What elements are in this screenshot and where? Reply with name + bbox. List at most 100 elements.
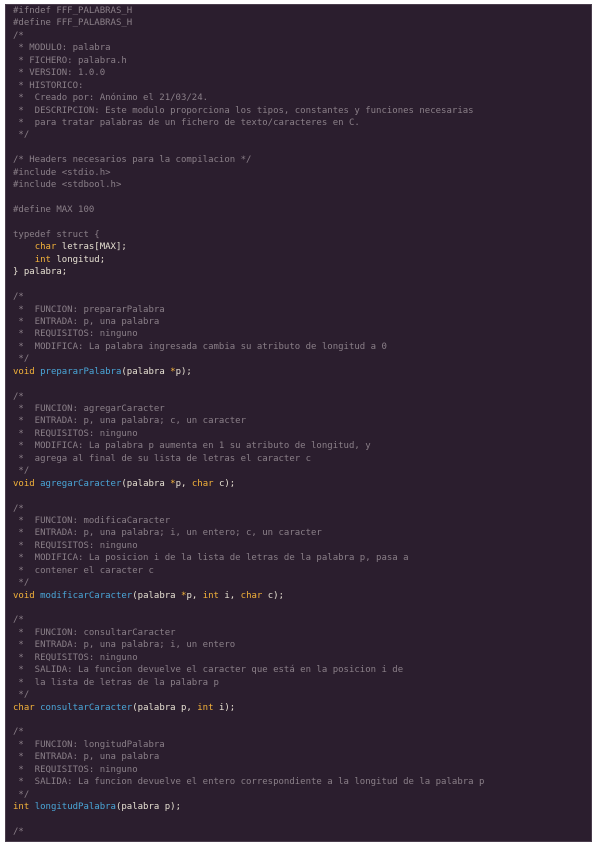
preprocessor-token: #define MAX 100 [13, 205, 95, 215]
code-token: (palabra [121, 478, 171, 489]
function-name-token: longitudPalabra [34, 802, 116, 812]
preprocessor-token: typedef struct { [13, 229, 100, 240]
code-line: */ [13, 465, 589, 477]
code-line: #define MAX 100 [13, 204, 589, 216]
code-line: */ [13, 789, 589, 801]
code-content[interactable]: #ifndef FFF_PALABRAS_H #define FFF_PALABR… [13, 5, 589, 838]
comment-token: */ [13, 578, 30, 589]
comment-token: * FUNCION: modificaCaracter [13, 515, 171, 526]
code-line: #ifndef FFF_PALABRAS_H [13, 5, 589, 17]
code-line: char consultarCaracter(palabra p, int i)… [13, 702, 589, 714]
comment-token: * SALIDA: La funcion devuelve el entero … [13, 777, 485, 788]
code-line: int longitud; [13, 254, 589, 266]
keyword-token: int [34, 254, 51, 265]
code-line: /* [13, 291, 589, 303]
keyword-token: char [191, 478, 214, 489]
code-line: * ENTRADA: p, una palabra [13, 316, 589, 328]
comment-token: * SALIDA: La funcion devuelve el caracte… [13, 665, 404, 676]
code-line: * FICHERO: palabra.h [13, 55, 589, 67]
code-line: void modificarCaracter(palabra *p, int i… [13, 590, 589, 602]
comment-token: * VERSION: 1.0.0 [13, 68, 106, 79]
comment-token: * ENTRADA: p, una palabra; i, un entero;… [13, 528, 322, 539]
code-line: /* [13, 391, 589, 403]
comment-token: * REQUISITOS: ninguno [13, 652, 138, 663]
code-line: * ENTRADA: p, una palabra [13, 751, 589, 763]
comment-token: * ENTRADA: p, una palabra [13, 752, 160, 763]
code-line: void prepararPalabra(palabra *p); [13, 366, 589, 378]
code-line: * ENTRADA: p, una palabra; i, un entero;… [13, 527, 589, 539]
code-line: /* [13, 826, 589, 838]
code-line: * FUNCION: consultarCaracter [13, 627, 589, 639]
preprocessor-token: #define FFF_PALABRAS_H [13, 18, 133, 29]
function-name-token: modificarCaracter [40, 590, 133, 601]
code-line: * REQUISITOS: ninguno [13, 428, 589, 440]
code-line: * ENTRADA: p, una palabra; c, un caracte… [13, 415, 589, 427]
comment-token: */ [13, 354, 30, 365]
keyword-token: void [13, 478, 35, 489]
code-line: * FUNCION: modificaCaracter [13, 515, 589, 527]
comment-token: /* [13, 503, 24, 514]
code-line: * MODIFICA: La palabra ingresada cambia … [13, 341, 589, 353]
code-line: /* [13, 614, 589, 626]
comment-token: * MODIFICA: La palabra p aumenta en 1 su… [13, 441, 371, 452]
code-token: } palabra; [13, 267, 68, 278]
code-token: c); [213, 478, 236, 489]
comment-token: * MODIFICA: La palabra ingresada cambia … [13, 341, 387, 352]
comment-token: * FUNCION: longitudPalabra [13, 739, 165, 750]
code-token: (palabra p); [115, 802, 181, 812]
function-name-token: agregarCaracter [40, 478, 122, 489]
comment-token: /* [13, 826, 24, 837]
comment-token: * FUNCION: prepararPalabra [13, 304, 165, 315]
function-name-token: consultarCaracter [40, 702, 133, 713]
code-line: * MODIFICA: La posicion i de la lista de… [13, 552, 589, 564]
keyword-token: int [197, 702, 214, 713]
code-line: * SALIDA: La funcion devuelve el caracte… [13, 664, 589, 676]
code-token: letras[MAX]; [56, 242, 127, 253]
code-line: */ [13, 689, 589, 701]
comment-token: * REQUISITOS: ninguno [13, 764, 138, 775]
code-line: /* Headers necesarios para la compilacio… [13, 154, 589, 166]
code-line: * contener el caracter c [13, 565, 589, 577]
code-line: * FUNCION: prepararPalabra [13, 304, 589, 316]
comment-token: * REQUISITOS: ninguno [13, 540, 138, 551]
comment-token: * MODULO: palabra [13, 43, 111, 54]
keyword-token: char [240, 590, 263, 601]
comment-token: * para tratar palabras de un fichero de … [13, 117, 360, 128]
code-token: i, [218, 590, 241, 601]
comment-token: * DESCRIPCION: Este modulo proporciona l… [13, 105, 474, 116]
keyword-token: char [34, 242, 57, 253]
code-line: * FUNCION: agregarCaracter [13, 403, 589, 415]
code-line: char letras[MAX]; [13, 241, 589, 253]
code-line: * ENTRADA: p, una palabra; i, un entero [13, 639, 589, 651]
comment-token: /* [13, 727, 24, 738]
code-token: p, [175, 478, 192, 489]
code-token: p); [175, 366, 192, 377]
code-line: */ [13, 129, 589, 141]
function-name-token: prepararPalabra [40, 366, 122, 377]
preprocessor-token: #include <stdbool.h> [13, 180, 122, 191]
comment-token: * FUNCION: consultarCaracter [13, 627, 176, 638]
code-token: longitud; [50, 254, 106, 265]
code-line: * agrega al final de su lista de letras … [13, 453, 589, 465]
comment-token: /* [13, 30, 24, 41]
comment-token: * REQUISITOS: ninguno [13, 329, 138, 340]
code-token: c); [262, 590, 285, 601]
code-line: * DESCRIPCION: Este modulo proporciona l… [13, 105, 589, 117]
preprocessor-token: #ifndef FFF_PALABRAS_H [13, 6, 133, 16]
code-line: */ [13, 353, 589, 365]
code-line: * MODIFICA: La palabra p aumenta en 1 su… [13, 440, 589, 452]
code-line: /* [13, 503, 589, 515]
code-editor[interactable]: #ifndef FFF_PALABRAS_H #define FFF_PALABR… [5, 4, 592, 842]
code-line: * REQUISITOS: ninguno [13, 328, 589, 340]
code-token: p, [186, 590, 203, 601]
comment-token: * HISTORICO: [13, 80, 84, 91]
code-token: (palabra [121, 366, 171, 377]
code-line: void agregarCaracter(palabra *p, char c)… [13, 478, 589, 490]
